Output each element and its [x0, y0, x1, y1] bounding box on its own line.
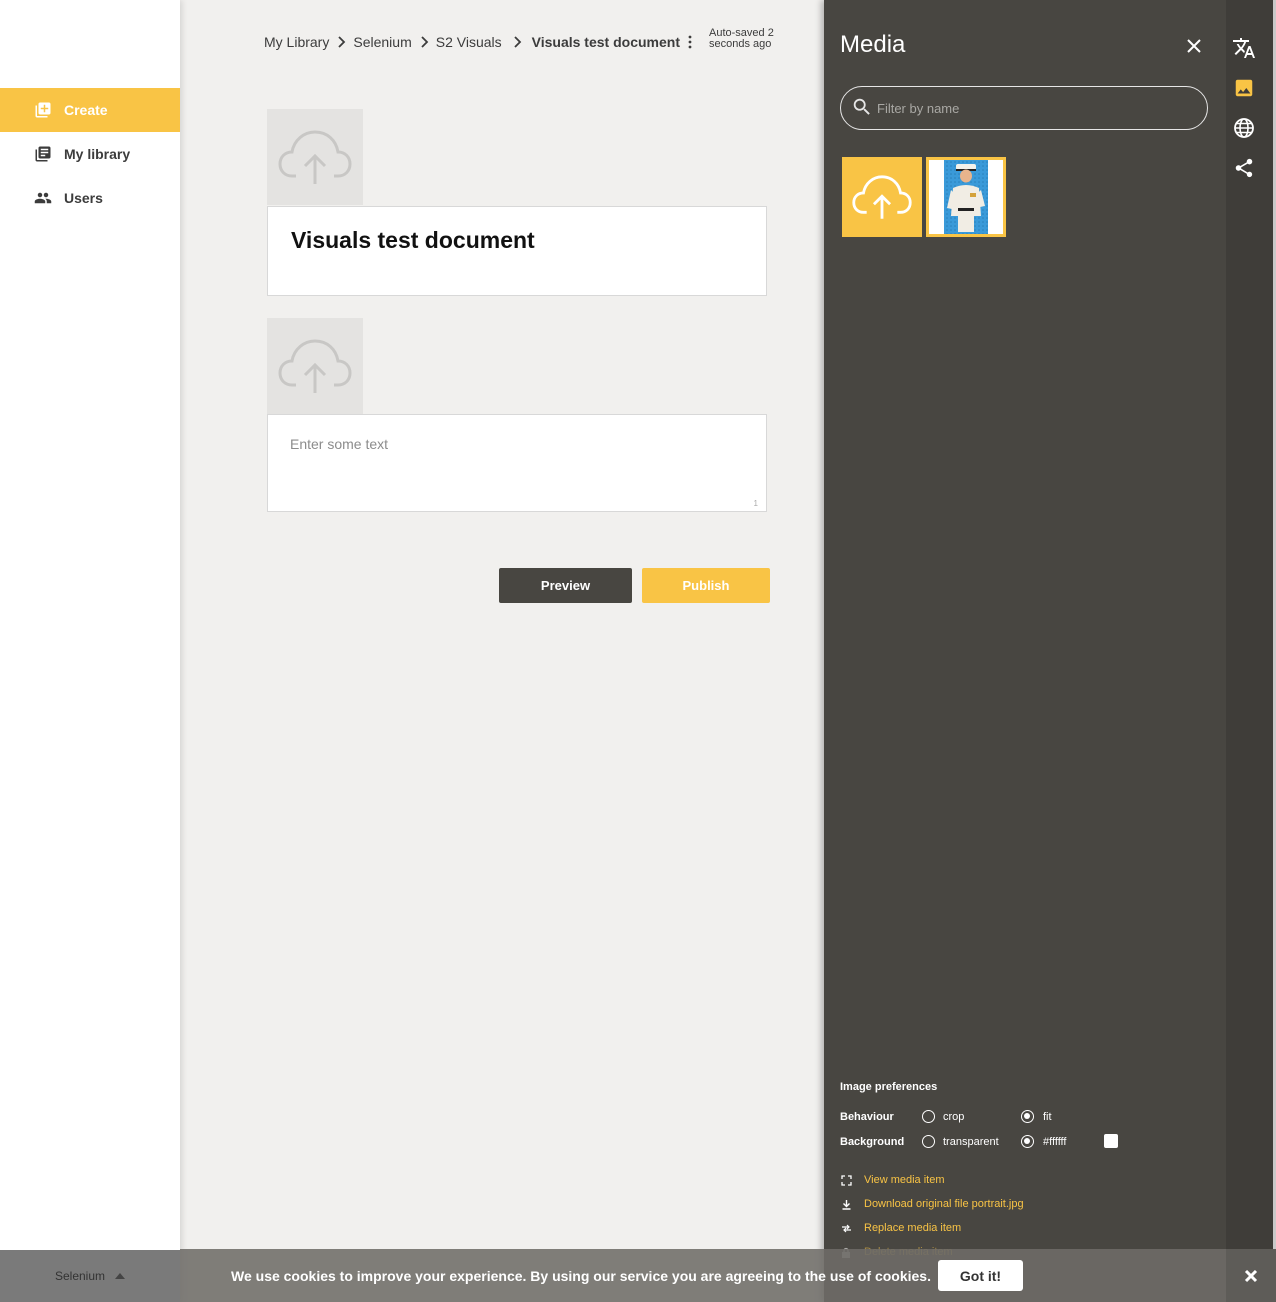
radio-transparent[interactable] — [922, 1135, 935, 1148]
color-swatch[interactable] — [1104, 1134, 1118, 1148]
sidebar-item-label: My library — [64, 146, 131, 162]
image-preferences-title: Image preferences — [840, 1081, 938, 1093]
fullscreen-icon — [840, 1174, 852, 1186]
media-panel: Media Image preferences — [824, 0, 1226, 1302]
cookie-accept-button[interactable]: Got it! — [938, 1260, 1023, 1291]
media-filter — [840, 86, 1208, 130]
title-image-upload[interactable] — [267, 109, 363, 205]
chevron-right-icon — [502, 32, 532, 52]
users-icon — [34, 189, 52, 207]
filter-input[interactable] — [877, 97, 1197, 119]
portrait-image — [944, 160, 988, 234]
cloud-upload-icon — [278, 130, 352, 184]
translate-icon[interactable] — [1232, 36, 1256, 60]
background-row: Background transparent #ffffff — [840, 1134, 1140, 1150]
action-label: Download original file portrait.jpg — [864, 1198, 1024, 1210]
right-toolbar — [1226, 0, 1276, 1302]
publish-button[interactable]: Publish — [642, 568, 770, 603]
title-block[interactable]: Visuals test document — [267, 206, 767, 296]
preview-button[interactable]: Preview — [499, 568, 632, 603]
option-fit-label: fit — [1043, 1111, 1052, 1123]
account-switcher[interactable]: Selenium — [0, 1250, 180, 1302]
replace-media-item-link[interactable]: Replace media item — [840, 1220, 961, 1236]
add-box-icon — [34, 101, 52, 119]
download-icon — [840, 1198, 852, 1210]
option-crop-label: crop — [943, 1111, 965, 1123]
account-name: Selenium — [54, 1269, 106, 1283]
breadcrumb-selenium[interactable]: Selenium — [353, 34, 411, 50]
sidebar-item-users[interactable]: Users — [0, 176, 180, 220]
sidebar-item-label: Users — [64, 190, 103, 206]
close-icon[interactable] — [1184, 36, 1204, 56]
action-label: Replace media item — [864, 1222, 962, 1234]
radio-crop[interactable] — [922, 1110, 935, 1123]
sidebar: Create My library Users Selenium — [0, 0, 180, 1302]
text-image-upload[interactable] — [267, 318, 363, 414]
breadcrumb-my-library[interactable]: My Library — [264, 34, 329, 50]
autosave-status: Auto-saved 2 seconds ago — [709, 27, 774, 50]
caret-up-icon — [115, 1273, 126, 1279]
option-color-label: #ffffff — [1043, 1136, 1067, 1148]
search-icon — [851, 96, 873, 118]
document-title[interactable]: Visuals test document — [291, 227, 535, 254]
sidebar-item-label: Create — [64, 102, 108, 118]
action-label: View media item — [864, 1174, 945, 1186]
cookie-close-icon[interactable] — [1226, 1249, 1276, 1302]
sidebar-item-my-library[interactable]: My library — [0, 132, 180, 176]
share-icon[interactable] — [1232, 156, 1256, 180]
cookie-text: We use cookies to improve your experienc… — [231, 1268, 931, 1284]
cloud-upload-icon — [278, 339, 352, 393]
chevron-right-icon — [412, 32, 436, 52]
option-transparent-label: transparent — [943, 1136, 999, 1148]
behaviour-row: Behaviour crop fit — [840, 1109, 1140, 1125]
download-original-link[interactable]: Download original file portrait.jpg — [840, 1196, 1024, 1212]
radio-color[interactable] — [1021, 1135, 1034, 1148]
behaviour-label: Behaviour — [840, 1111, 894, 1123]
image-icon[interactable] — [1232, 76, 1256, 100]
chevron-right-icon — [329, 32, 353, 52]
library-icon — [34, 145, 52, 163]
media-upload-tile[interactable] — [842, 157, 922, 237]
text-block[interactable]: Enter some text 1 — [267, 414, 767, 512]
globe-icon[interactable] — [1232, 116, 1256, 140]
breadcrumb-current: Visuals test document — [531, 34, 680, 50]
view-media-item-link[interactable]: View media item — [840, 1172, 945, 1188]
background-label: Background — [840, 1136, 905, 1148]
text-placeholder[interactable]: Enter some text — [290, 436, 388, 452]
media-panel-title: Media — [840, 31, 906, 58]
cookie-banner: We use cookies to improve your experienc… — [180, 1249, 1226, 1302]
breadcrumb-s2-visuals[interactable]: S2 Visuals — [436, 34, 502, 50]
cloud-upload-icon — [852, 175, 912, 219]
replace-icon — [840, 1222, 852, 1234]
media-thumbnail[interactable] — [926, 157, 1006, 237]
radio-fit[interactable] — [1021, 1110, 1034, 1123]
char-count: 1 — [753, 499, 758, 508]
more-vert-icon[interactable] — [682, 32, 698, 52]
sidebar-item-create[interactable]: Create — [0, 88, 180, 132]
breadcrumb: My Library Selenium S2 Visuals Visuals t… — [264, 32, 698, 52]
